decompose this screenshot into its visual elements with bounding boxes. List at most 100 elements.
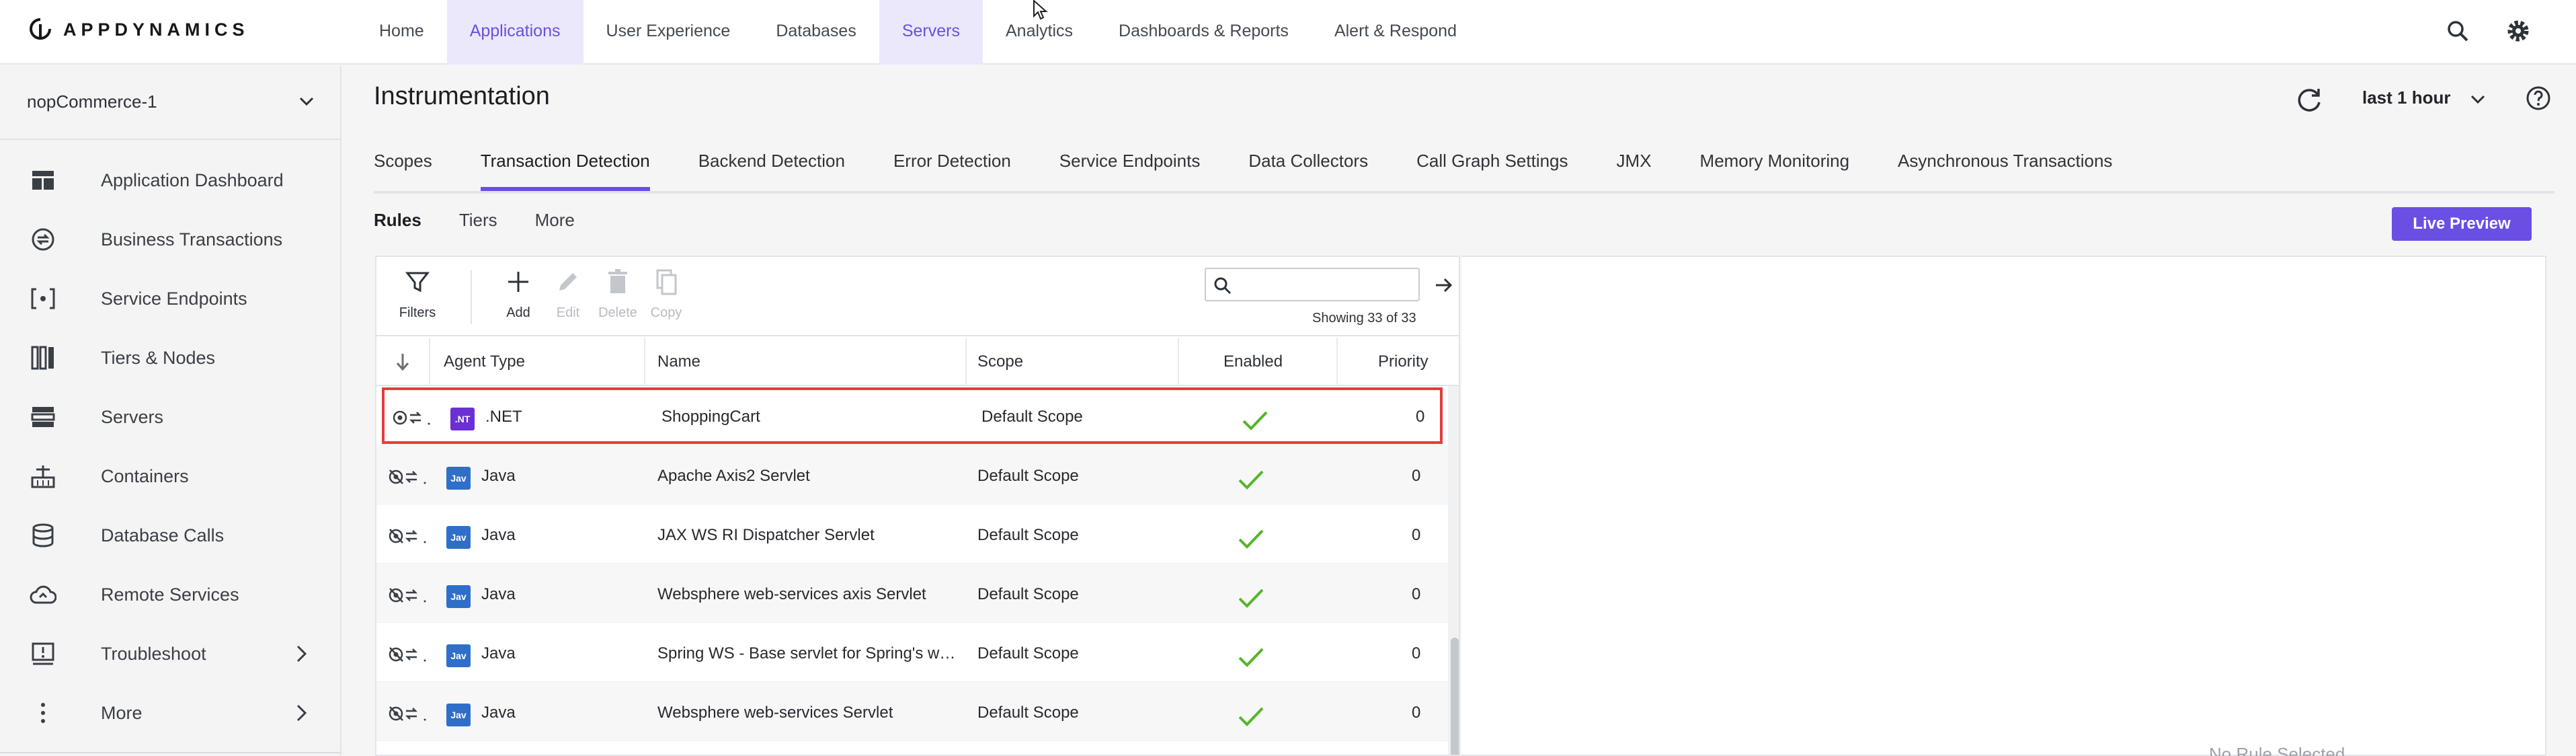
chevron-down-icon[interactable] bbox=[2468, 90, 2487, 109]
column-header-scope[interactable]: Scope bbox=[977, 352, 1023, 371]
agent-type-cell: Java bbox=[481, 585, 516, 603]
sidebar-item-containers[interactable]: Containers bbox=[0, 447, 340, 506]
agent-type-badge-icon: Jav bbox=[446, 467, 471, 490]
rule-status-icon bbox=[389, 469, 426, 484]
sidebar-item-business-transactions[interactable]: Business Transactions bbox=[0, 210, 340, 269]
subtab-rules[interactable]: Rules bbox=[374, 210, 421, 231]
sort-arrow-down-icon[interactable] bbox=[395, 352, 410, 371]
appdynamics-logo[interactable]: APPDYNAMICS bbox=[30, 17, 249, 42]
divider bbox=[0, 139, 340, 140]
nav-applications[interactable]: Applications bbox=[446, 0, 583, 65]
priority-cell: 0 bbox=[1416, 408, 1425, 426]
tab-scopes[interactable]: Scopes bbox=[374, 148, 432, 191]
sidebar-item-troubleshoot[interactable]: Troubleshoot bbox=[0, 624, 340, 683]
table-row[interactable]: Jav Java JAX WS RI Dispatcher Servlet Defau… bbox=[376, 504, 1448, 564]
nav-user-experience[interactable]: User Experience bbox=[583, 0, 754, 65]
sidebar-item-label: Remote Services bbox=[101, 584, 239, 605]
arrow-right-icon[interactable] bbox=[1433, 274, 1455, 296]
sidebar-item-label: Containers bbox=[101, 465, 189, 486]
column-header-enabled[interactable]: Enabled bbox=[1223, 352, 1283, 371]
subtab-tiers[interactable]: Tiers bbox=[459, 210, 497, 231]
nav-dashboards-reports[interactable]: Dashboards & Reports bbox=[1096, 0, 1312, 65]
rule-name-cell: Spring WS - Base servlet for Spring's we… bbox=[657, 644, 960, 663]
scrollbar-thumb[interactable] bbox=[1451, 638, 1459, 755]
table-row[interactable]: Jav Java Spring WS - Base servlet for Spri… bbox=[376, 623, 1448, 682]
scope-cell: Default Scope bbox=[981, 408, 1083, 426]
copy-icon bbox=[656, 269, 677, 295]
column-divider bbox=[429, 338, 430, 386]
sidebar-item-label: Tiers & Nodes bbox=[101, 347, 216, 368]
column-divider bbox=[1178, 338, 1179, 386]
scope-cell: Default Scope bbox=[977, 585, 1079, 603]
tab-memory-monitoring[interactable]: Memory Monitoring bbox=[1700, 148, 1850, 191]
tab-service-endpoints[interactable]: Service Endpoints bbox=[1059, 148, 1201, 191]
main-content: Instrumentation last 1 hour Scopes Transa… bbox=[343, 66, 2576, 756]
check-icon bbox=[1238, 470, 1264, 490]
more-icon bbox=[41, 703, 45, 723]
agent-type-badge-icon: Jav bbox=[446, 704, 471, 726]
sidebar-item-tiers-nodes[interactable]: Tiers & Nodes bbox=[0, 328, 340, 387]
tab-error-detection[interactable]: Error Detection bbox=[893, 148, 1011, 191]
rule-name-cell: Websphere web-services axis Servlet bbox=[657, 585, 926, 603]
table-row[interactable]: Jav Java Apache Axis2 Servlet Default Scope… bbox=[376, 445, 1448, 504]
gear-icon[interactable] bbox=[2505, 17, 2532, 44]
sidebar-item-servers[interactable]: Servers bbox=[0, 387, 340, 447]
table-toolbar: Filters Add Edit Delete Copy Showing 33 … bbox=[376, 257, 1459, 336]
application-selector[interactable]: nopCommerce-1 bbox=[27, 85, 316, 118]
help-icon[interactable] bbox=[2525, 85, 2552, 112]
main-menu: Home Applications User Experience Databases… bbox=[356, 0, 1480, 65]
sidebar-item-application-dashboard[interactable]: Application Dashboard bbox=[0, 151, 340, 210]
nav-home[interactable]: Home bbox=[356, 0, 447, 65]
agent-type-cell: Java bbox=[481, 467, 516, 485]
sidebar-item-more[interactable]: More bbox=[0, 683, 340, 743]
column-divider bbox=[644, 338, 645, 386]
tab-data-collectors[interactable]: Data Collectors bbox=[1248, 148, 1368, 191]
table-row[interactable]: .NT .NET ShoppingCart Default Scope 0 bbox=[380, 386, 1444, 445]
time-range-selector[interactable]: last 1 hour bbox=[2362, 87, 2450, 108]
application-name: nopCommerce-1 bbox=[27, 91, 157, 112]
table-row[interactable]: Jav Java Websphere web-services Servlet Def… bbox=[376, 682, 1448, 741]
sidebar-item-remote-services[interactable]: Remote Services bbox=[0, 565, 340, 624]
column-divider bbox=[1336, 338, 1338, 386]
appdynamics-logo-icon bbox=[30, 18, 51, 40]
rule-status-icon bbox=[389, 588, 426, 603]
column-divider bbox=[965, 338, 967, 386]
rule-name-cell: Websphere web-services Servlet bbox=[657, 704, 893, 722]
tab-backend-detection[interactable]: Backend Detection bbox=[698, 148, 845, 191]
add-label: Add bbox=[506, 305, 530, 320]
agent-type-cell: Java bbox=[481, 704, 516, 722]
search-input[interactable] bbox=[1238, 273, 1413, 296]
search-icon[interactable] bbox=[2444, 17, 2471, 44]
nav-alert-respond[interactable]: Alert & Respond bbox=[1312, 0, 1480, 65]
rules-table-panel: Filters Add Edit Delete Copy Showing 33 … bbox=[375, 256, 1460, 756]
nav-databases[interactable]: Databases bbox=[753, 0, 879, 65]
live-preview-button[interactable]: Live Preview bbox=[2392, 207, 2532, 241]
empty-preview-text: No Rule Selected bbox=[2209, 744, 2345, 756]
column-header-name[interactable]: Name bbox=[657, 352, 700, 371]
table-row[interactable]: Jav Java Websphere web-services axis Servl… bbox=[376, 564, 1448, 623]
subtab-more[interactable]: More bbox=[535, 210, 575, 231]
sidebar-item-label: Business Transactions bbox=[101, 229, 283, 250]
filters-button[interactable]: Filters bbox=[387, 268, 448, 321]
rule-status-icon bbox=[393, 410, 430, 425]
column-header-agent-type[interactable]: Agent Type bbox=[444, 352, 525, 371]
priority-cell: 0 bbox=[1412, 467, 1421, 485]
rules-table-body: .NT .NET ShoppingCart Default Scope 0 Jav Java… bbox=[376, 386, 1448, 741]
sidebar-item-database-calls[interactable]: Database Calls bbox=[0, 506, 340, 565]
refresh-icon[interactable] bbox=[2294, 85, 2325, 116]
tab-asynchronous-transactions[interactable]: Asynchronous Transactions bbox=[1898, 148, 2112, 191]
tab-transaction-detection[interactable]: Transaction Detection bbox=[480, 148, 650, 191]
column-header-priority[interactable]: Priority bbox=[1378, 352, 1428, 371]
priority-cell: 0 bbox=[1412, 526, 1421, 544]
nav-servers[interactable]: Servers bbox=[879, 0, 983, 65]
check-icon bbox=[1238, 648, 1264, 667]
search-field[interactable] bbox=[1205, 268, 1420, 301]
results-count: Showing 33 of 33 bbox=[1312, 311, 1416, 326]
tab-call-graph-settings[interactable]: Call Graph Settings bbox=[1416, 148, 1568, 191]
copy-button[interactable]: Copy bbox=[636, 268, 696, 321]
check-icon bbox=[1242, 411, 1268, 430]
agent-type-badge-icon: Jav bbox=[446, 644, 471, 667]
tab-jmx[interactable]: JMX bbox=[1617, 148, 1652, 191]
sidebar-item-service-endpoints[interactable]: Service Endpoints bbox=[0, 269, 340, 328]
delete-label: Delete bbox=[598, 305, 637, 320]
